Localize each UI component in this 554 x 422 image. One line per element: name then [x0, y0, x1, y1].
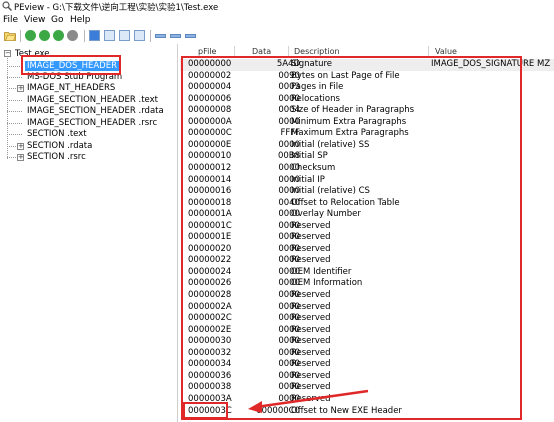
- structure-down-icon[interactable]: [134, 30, 145, 41]
- column-header-pfile[interactable]: pFile: [198, 47, 216, 56]
- column-separator[interactable]: [234, 46, 235, 56]
- menu-help[interactable]: Help: [70, 15, 91, 25]
- tree-view-icon[interactable]: [89, 30, 100, 41]
- toolbar-separator: [84, 30, 85, 42]
- tree-item-section-header-rdata[interactable]: IMAGE_SECTION_HEADER .rdata: [27, 106, 164, 116]
- menu-view[interactable]: View: [24, 15, 45, 25]
- structure-up-icon[interactable]: [119, 30, 130, 41]
- tree-item-section-header-rsrc[interactable]: IMAGE_SECTION_HEADER .rsrc: [27, 118, 157, 128]
- back-icon[interactable]: [25, 30, 36, 41]
- hex-view-icon[interactable]: [104, 30, 115, 41]
- view-mode-2-icon[interactable]: [170, 34, 181, 38]
- tree-line: [7, 100, 22, 101]
- magnifier-app-icon: [2, 1, 12, 11]
- toolbar-separator: [20, 30, 21, 42]
- column-separator[interactable]: [288, 46, 289, 56]
- structure-tree[interactable]: − Test.exe IMAGE_DOS_HEADER MS-DOS Stub …: [0, 44, 178, 422]
- view-mode-3-icon[interactable]: [185, 34, 196, 38]
- tree-line: [7, 53, 8, 159]
- previous-icon[interactable]: [53, 30, 64, 41]
- collapse-root-icon[interactable]: −: [4, 50, 11, 57]
- annotation-highlight-box: [181, 56, 522, 420]
- tree-item-section-header-text[interactable]: IMAGE_SECTION_HEADER .text: [27, 95, 158, 105]
- tree-line: [7, 123, 22, 124]
- forward-icon[interactable]: [39, 30, 50, 41]
- column-header-value[interactable]: Value: [435, 47, 457, 56]
- expand-section-rdata-icon[interactable]: +: [17, 143, 24, 150]
- column-header-data[interactable]: Data: [252, 47, 271, 56]
- tree-item-image-nt-headers[interactable]: IMAGE_NT_HEADERS: [27, 83, 115, 93]
- column-separator[interactable]: [428, 46, 429, 56]
- tree-line: [7, 111, 22, 112]
- tree-item-section-text[interactable]: SECTION .text: [27, 129, 87, 139]
- tree-item-section-rsrc[interactable]: SECTION .rsrc: [27, 152, 86, 162]
- view-mode-1-icon[interactable]: [155, 34, 166, 38]
- expand-nt-headers-icon[interactable]: +: [17, 85, 24, 92]
- next-icon[interactable]: [67, 30, 78, 41]
- annotation-highlight-box: [21, 55, 121, 75]
- tree-line: [7, 77, 22, 78]
- toolbar: [0, 28, 554, 44]
- details-table[interactable]: pFile Data Description Value 00000000 5A4…: [180, 44, 554, 422]
- tree-line: [7, 134, 22, 135]
- title-bar: PEview - G:\下载文件\逆向工程\实验\实验1\Test.exe: [0, 0, 554, 13]
- toolbar-separator: [150, 30, 151, 42]
- tree-item-section-rdata[interactable]: SECTION .rdata: [27, 141, 92, 151]
- annotation-offset-box: [183, 402, 228, 419]
- window-title: PEview - G:\下载文件\逆向工程\实验\实验1\Test.exe: [14, 3, 219, 13]
- open-icon[interactable]: [4, 30, 16, 41]
- expand-section-rsrc-icon[interactable]: +: [17, 154, 24, 161]
- menu-bar: File View Go Help: [0, 14, 554, 28]
- tree-line: [7, 66, 22, 67]
- column-header-description[interactable]: Description: [294, 47, 340, 56]
- menu-file[interactable]: File: [3, 15, 18, 25]
- menu-go[interactable]: Go: [51, 15, 63, 25]
